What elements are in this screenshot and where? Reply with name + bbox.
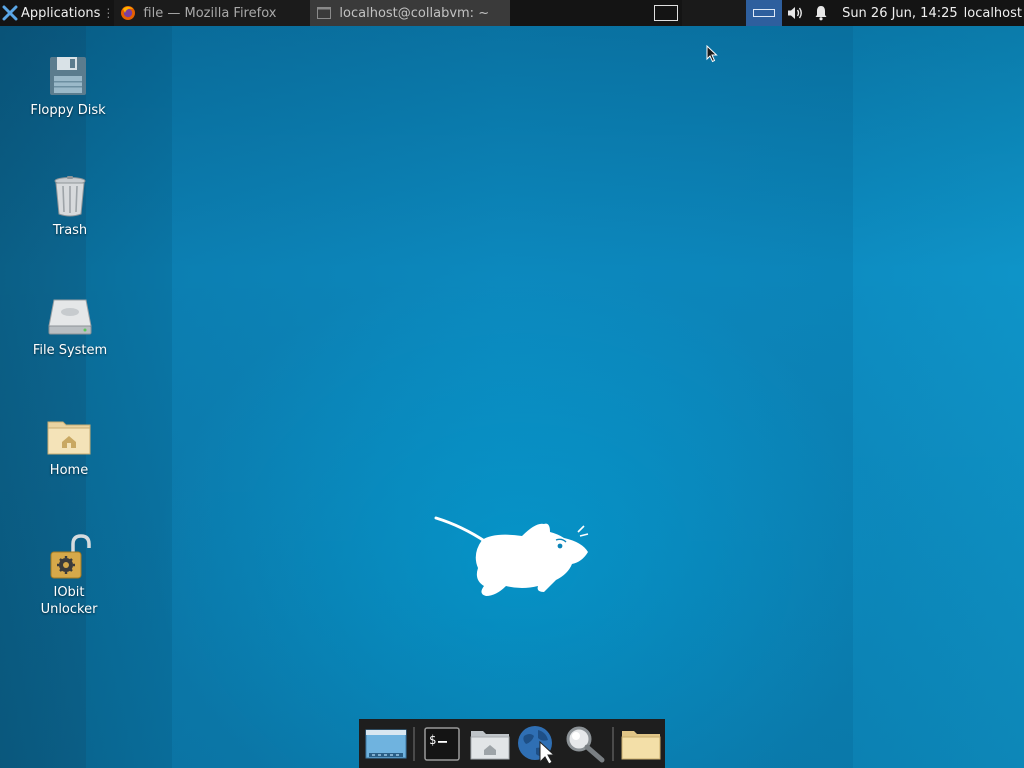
panel-clock[interactable]: Sun 26 Jun, 14:25 xyxy=(834,6,964,21)
dock-separator xyxy=(612,726,615,761)
bottom-dock: $ xyxy=(359,719,665,768)
home-folder-icon xyxy=(470,730,510,759)
dock-separator xyxy=(412,726,415,761)
desktop-icon-label: Trash xyxy=(52,223,88,238)
desktop-icon-label: File System xyxy=(32,343,108,358)
desktop-icon-iobit-unlocker[interactable]: IObit Unlocker xyxy=(21,534,117,618)
workspace-4-button[interactable] xyxy=(746,0,783,26)
taskbar-item-label: localhost@collabvm: ~ xyxy=(339,5,490,21)
dock-show-desktop[interactable] xyxy=(362,721,410,767)
svg-text:$: $ xyxy=(429,733,436,747)
desktop-icon-trash[interactable]: Trash xyxy=(22,174,118,239)
dock-web-browser[interactable] xyxy=(513,721,561,767)
firefox-icon xyxy=(121,6,136,20)
notifications-button[interactable] xyxy=(808,0,834,26)
floppy-disk-icon xyxy=(50,57,86,95)
volume-button[interactable] xyxy=(782,0,808,26)
dock-terminal[interactable]: $ xyxy=(418,721,466,767)
bell-icon xyxy=(815,6,827,21)
taskbar-item-terminal[interactable]: localhost@collabvm: ~ xyxy=(310,0,511,26)
file-manager-icon xyxy=(621,730,661,759)
desktop-wallpaper xyxy=(0,0,1024,768)
volume-icon xyxy=(788,7,803,19)
app-finder-icon xyxy=(566,726,605,762)
workspace-3-button[interactable] xyxy=(714,0,747,26)
workspace-1-button[interactable] xyxy=(650,0,682,26)
hard-drive-icon xyxy=(48,299,92,335)
home-folder-icon xyxy=(47,421,91,455)
web-browser-icon xyxy=(518,725,556,764)
dock-home-folder[interactable] xyxy=(466,721,514,767)
top-panel: Applications ⋮ file — Mozilla Firefox lo… xyxy=(0,0,1024,26)
applications-label: Applications xyxy=(21,5,101,21)
desktop-icon-label: Floppy Disk xyxy=(30,103,106,118)
terminal-window-icon xyxy=(317,7,332,19)
unlocker-padlock-icon xyxy=(50,534,91,579)
hostname-label: localhost xyxy=(963,5,1022,21)
show-desktop-icon xyxy=(365,729,407,758)
taskbar-item-label: file — Mozilla Firefox xyxy=(143,5,277,21)
workspace-window-outline xyxy=(654,5,679,21)
applications-menu-button[interactable]: Applications ⋮ xyxy=(0,0,114,26)
desktop-icon-label: IObit Unlocker xyxy=(40,585,98,617)
xfce-logo-icon xyxy=(2,5,18,21)
desktop-icon-file-system[interactable]: File System xyxy=(22,294,118,359)
workspace-window-outline xyxy=(753,9,776,17)
terminal-icon: $ xyxy=(423,726,460,761)
dock-file-manager[interactable] xyxy=(617,721,665,767)
desktop-icon-label: Home xyxy=(49,463,89,478)
trash-icon xyxy=(54,176,86,217)
xfce-mouse-logo xyxy=(434,516,589,596)
panel-grip-icon: ⋮ xyxy=(102,6,115,20)
mouse-pointer-icon xyxy=(706,45,718,63)
desktop-icon-floppy-disk[interactable]: Floppy Disk xyxy=(20,54,116,119)
dock-app-finder[interactable] xyxy=(561,721,609,767)
taskbar-item-firefox[interactable]: file — Mozilla Firefox xyxy=(114,0,311,26)
workspace-2-button[interactable] xyxy=(682,0,715,26)
desktop-icon-home[interactable]: Home xyxy=(21,414,117,479)
